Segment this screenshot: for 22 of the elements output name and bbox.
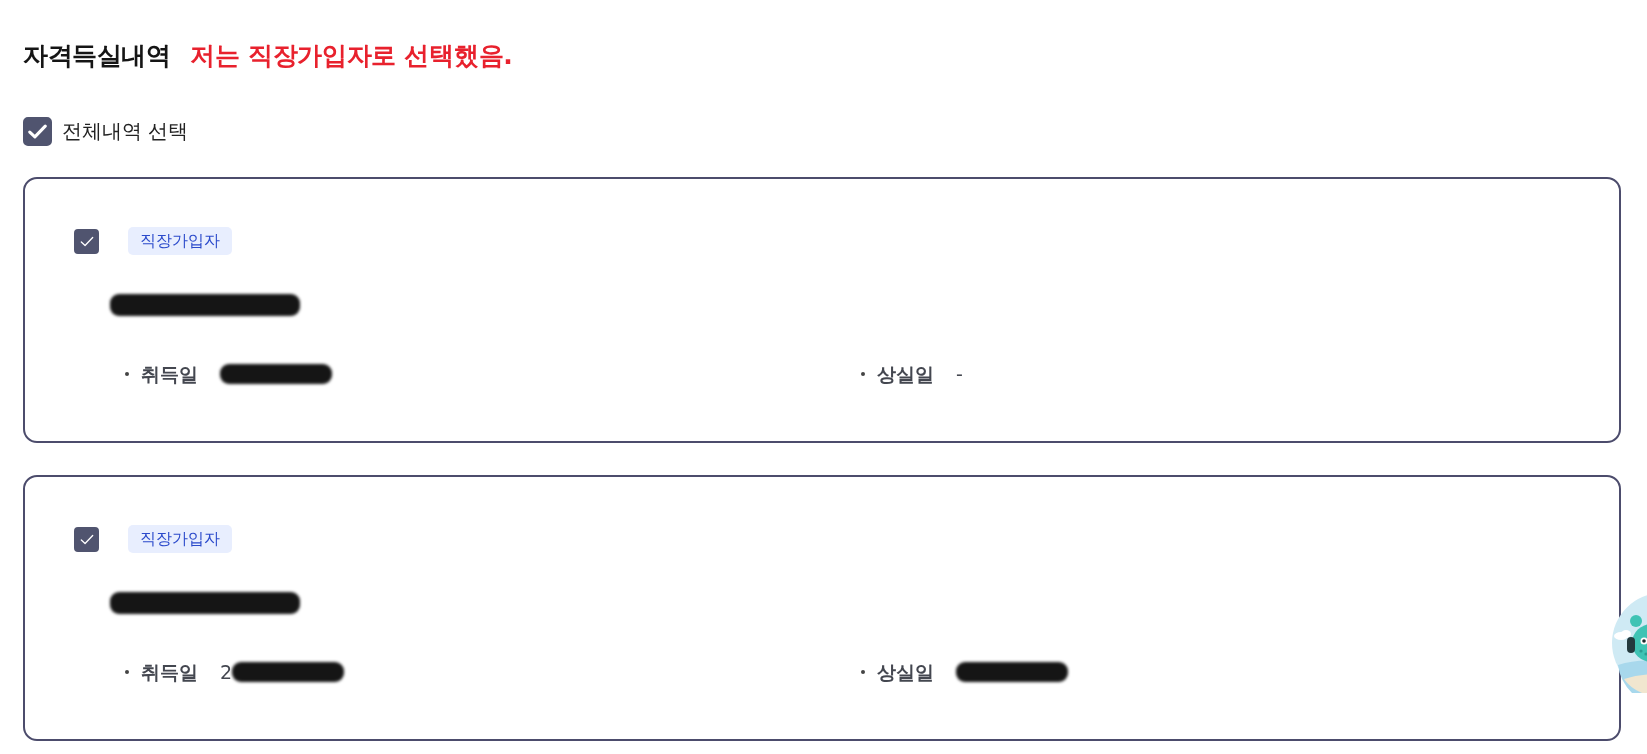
- field-label: 취득일: [141, 362, 198, 386]
- checkbox[interactable]: [74, 526, 99, 552]
- chatbot-mascot-icon[interactable]: [1612, 593, 1647, 693]
- checkbox[interactable]: [74, 228, 99, 254]
- member-type-badge: 직장가입자: [128, 525, 232, 553]
- field-label: 취득일: [141, 660, 198, 684]
- note-text: 저는 직장가입자로 선택했음.: [190, 40, 513, 72]
- bullet-icon: [861, 372, 865, 376]
- section-title: 자격득실내역: [23, 40, 170, 72]
- member-type-badge: 직장가입자: [128, 227, 232, 255]
- bullet-icon: [861, 670, 865, 674]
- checkbox[interactable]: [23, 116, 52, 146]
- field-value: -: [956, 362, 963, 386]
- bullet-icon: [125, 372, 129, 376]
- field-label: 상실일: [877, 362, 934, 386]
- field-value: 2: [220, 660, 233, 684]
- field-label: 상실일: [877, 660, 934, 684]
- check-icon: [79, 235, 94, 247]
- check-icon: [28, 123, 47, 139]
- check-icon: [79, 533, 94, 545]
- select-all-label[interactable]: 전체내역 선택: [62, 117, 189, 145]
- bullet-icon: [125, 670, 129, 674]
